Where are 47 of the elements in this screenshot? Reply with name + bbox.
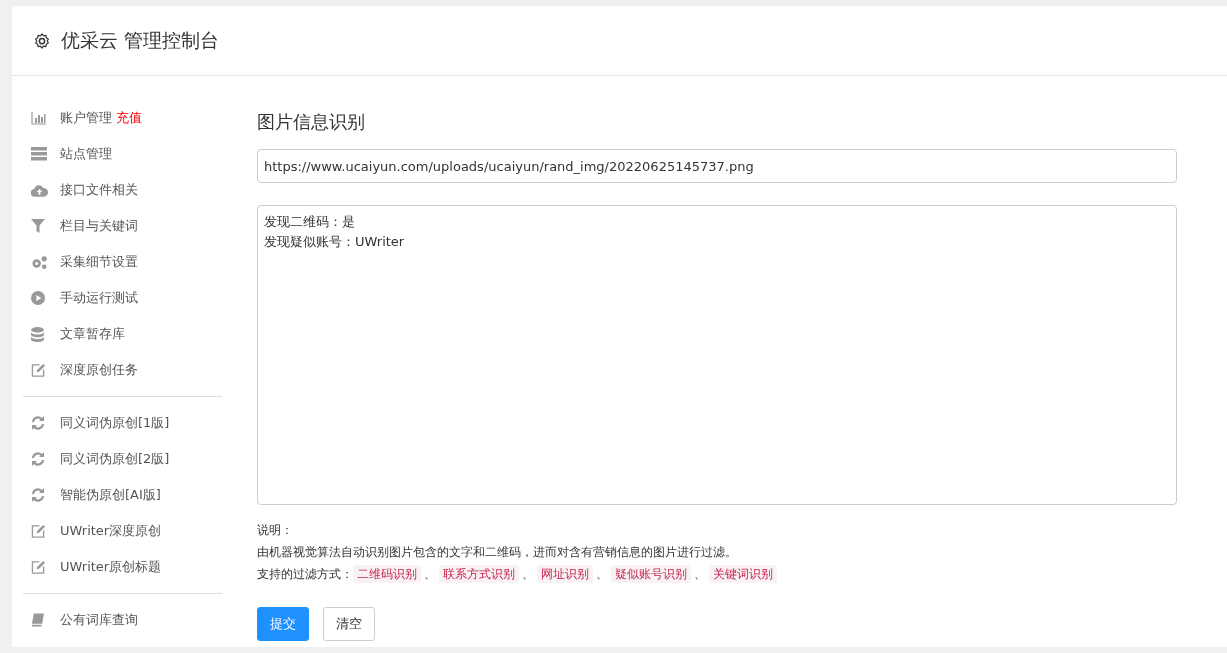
methods-label: 支持的过滤方式： <box>257 566 353 583</box>
section-title: 图片信息识别 <box>257 110 366 134</box>
sidebar-item[interactable]: 接口文件相关 <box>60 181 138 199</box>
filter-method-tag: 关键词识别 <box>709 565 777 583</box>
sidebar-item[interactable]: 智能伪原创[AI版] <box>60 486 161 504</box>
gears-icon <box>31 254 48 270</box>
refresh-icon <box>31 452 45 466</box>
book-icon <box>31 613 44 627</box>
sidebar-item[interactable]: 同义词伪原创[2版] <box>60 450 170 468</box>
sidebar-item[interactable]: UWriter深度原创 <box>60 522 162 540</box>
sidebar-item[interactable]: UWriter原创标题 <box>60 558 162 576</box>
sidebar-item[interactable]: 公有词库查询 <box>60 611 138 629</box>
refresh-icon <box>31 416 45 430</box>
sidebar-item[interactable]: 采集细节设置 <box>60 253 138 271</box>
console-title: 优采云 管理控制台 <box>61 27 220 53</box>
notes-heading: 说明： <box>257 522 294 539</box>
url-field[interactable]: https://www.ucaiyun.com/uploads/ucaiyun/rand_img/20220625145737.png <box>257 149 1177 183</box>
result-field[interactable]: 发现二维码：是 发现疑似账号：UWriter <box>257 205 1177 505</box>
bar-chart-icon <box>31 111 47 125</box>
sidebar-item[interactable]: 站点管理 <box>60 145 112 163</box>
sidebar-item[interactable]: 同义词伪原创[1版] <box>60 414 170 432</box>
sidebar-item[interactable]: 文章暂存库 <box>60 325 125 343</box>
description-text: 由机器视觉算法自动识别图片包含的文字和二维码，进而对含有营销信息的图片进行过滤。 <box>257 544 738 561</box>
separator: 、 <box>522 566 534 583</box>
separator: 、 <box>424 566 436 583</box>
edit-icon <box>31 560 46 574</box>
edit-icon <box>31 524 46 538</box>
filter-method-tag: 二维码识别 <box>353 565 421 583</box>
filter-method-tag: 联系方式识别 <box>439 565 519 583</box>
filter-icon <box>31 219 45 233</box>
separator: 、 <box>694 566 706 583</box>
filter-method-tag: 网址识别 <box>537 565 593 583</box>
sidebar-item[interactable]: 深度原创任务 <box>60 361 138 379</box>
filter-method-tag: 疑似账号识别 <box>611 565 691 583</box>
database-icon <box>31 326 44 342</box>
server-icon <box>31 147 47 161</box>
separator: 、 <box>596 566 608 583</box>
cloud-upload-icon <box>31 183 48 197</box>
clear-button[interactable]: 清空 <box>323 607 375 641</box>
sidebar-item[interactable]: 手动运行测试 <box>60 289 138 307</box>
play-icon <box>31 291 45 305</box>
sidebar-item[interactable]: 栏目与关键词 <box>60 217 138 235</box>
refresh-icon <box>31 488 45 502</box>
settings-icon <box>33 31 51 50</box>
edit-icon <box>31 363 46 377</box>
sidebar-item[interactable]: 账户管理 <box>60 109 112 127</box>
recharge-link[interactable]: 充值 <box>116 109 142 127</box>
